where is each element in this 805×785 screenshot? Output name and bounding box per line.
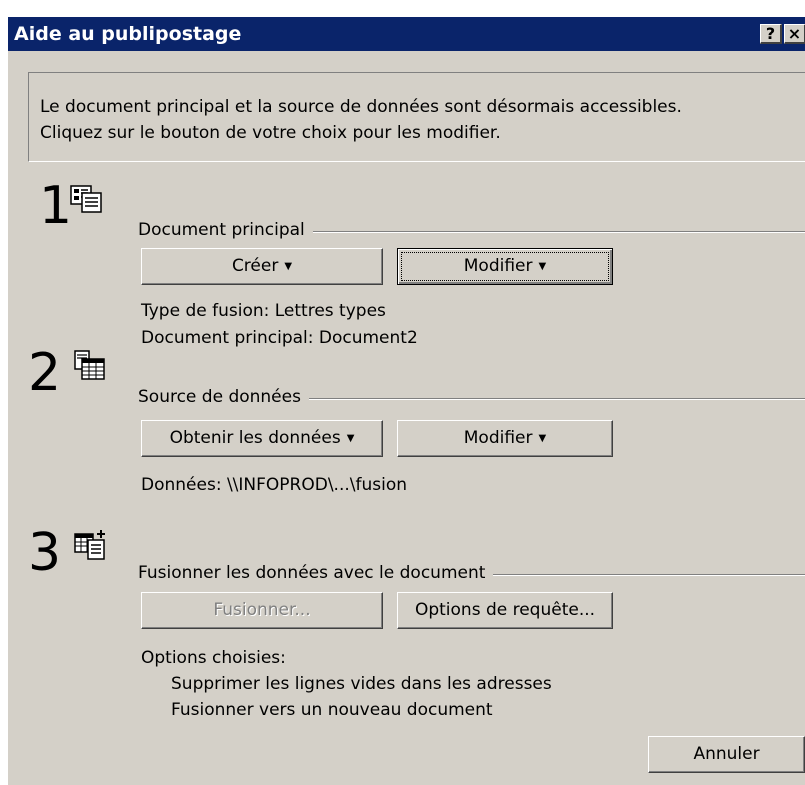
dropdown-arrow-icon: ▼ <box>284 261 293 272</box>
option-1-text: Supprimer les lignes vides dans les adre… <box>171 674 552 694</box>
dropdown-arrow-icon: ▼ <box>538 261 547 272</box>
cancel-button[interactable]: Annuler <box>648 736 805 773</box>
mail-merge-dialog: Aide au publipostage ? × Le document pri… <box>8 17 805 785</box>
step-2-label: Source de données <box>138 387 309 407</box>
query-options-button[interactable]: Options de requête... <box>397 592 613 629</box>
create-button[interactable]: Créer ▼ <box>141 248 383 285</box>
options-title: Options choisies: <box>141 648 286 668</box>
info-line-2: Cliquez sur le bouton de votre choix pou… <box>40 123 501 143</box>
dialog-title: Aide au publipostage <box>14 23 242 45</box>
main-document-text: Document principal: Document2 <box>141 328 418 348</box>
step-2-number: 2 <box>28 343 62 403</box>
step-1-label: Document principal <box>138 220 313 240</box>
step-1-number: 1 <box>39 176 73 236</box>
dropdown-arrow-icon: ▼ <box>538 433 547 444</box>
step-3-number: 3 <box>28 523 62 583</box>
merge-type-text: Type de fusion: Lettres types <box>141 301 386 321</box>
info-panel: Le document principal et la source de do… <box>28 72 805 162</box>
modify-main-document-button[interactable]: Modifier ▼ <box>397 248 613 285</box>
data-table-icon <box>74 350 105 380</box>
title-bar[interactable]: Aide au publipostage ? × <box>8 17 805 51</box>
option-2-text: Fusionner vers un nouveau document <box>171 700 493 720</box>
data-path-text: Données: \\INFOPROD\...\fusion <box>141 475 408 495</box>
get-data-label: Obtenir les données <box>169 428 341 448</box>
step-3-label: Fusionner les données avec le document <box>138 563 494 583</box>
help-button[interactable]: ? <box>760 24 782 44</box>
merge-button[interactable]: Fusionner... <box>141 592 383 629</box>
close-button[interactable]: × <box>784 24 805 44</box>
modify-data-source-button[interactable]: Modifier ▼ <box>397 420 613 457</box>
modify-data-source-label: Modifier <box>463 428 533 448</box>
create-button-label: Créer <box>231 256 279 276</box>
get-data-button[interactable]: Obtenir les données ▼ <box>141 420 383 457</box>
merge-table-icon <box>74 530 105 560</box>
document-form-icon <box>70 185 102 213</box>
info-line-1: Le document principal et la source de do… <box>40 97 682 117</box>
modify-main-document-label: Modifier <box>463 256 533 276</box>
dropdown-arrow-icon: ▼ <box>346 433 355 444</box>
